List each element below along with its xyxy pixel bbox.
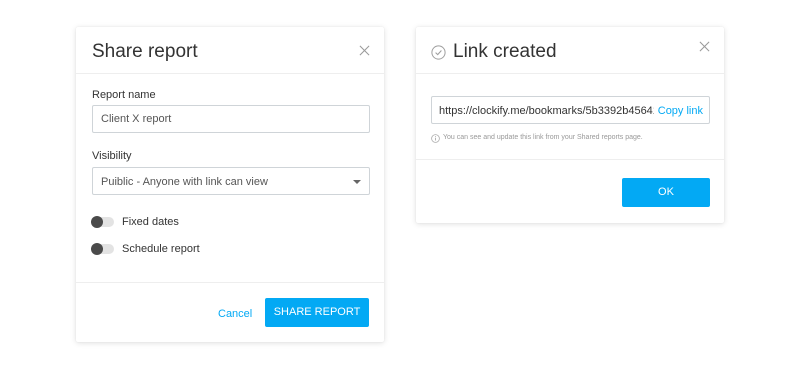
toggle-knob (91, 216, 103, 228)
cancel-button[interactable]: Cancel (218, 308, 252, 320)
copy-link-button[interactable]: Copy link (653, 105, 703, 117)
link-dialog-header: Link created (416, 27, 724, 74)
info-icon (431, 134, 440, 143)
ok-button[interactable]: OK (622, 178, 710, 207)
visibility-select[interactable]: Puiblic - Anyone with link can view (92, 167, 370, 195)
link-created-dialog: Link created https://clockify.me/bookmar… (416, 27, 724, 223)
check-circle-icon (431, 45, 446, 60)
report-name-input[interactable] (92, 105, 370, 133)
fixed-dates-label: Fixed dates (122, 216, 179, 228)
footer-divider (416, 159, 724, 160)
fixed-dates-toggle[interactable] (91, 216, 114, 228)
chevron-down-icon (353, 180, 361, 184)
share-dialog-header: Share report (76, 27, 384, 74)
share-report-dialog: Share report Report name Visibility Puib… (76, 27, 384, 342)
close-icon[interactable] (358, 44, 372, 58)
report-name-label: Report name (92, 89, 156, 101)
footer-divider (76, 282, 384, 283)
toggle-knob (91, 243, 103, 255)
schedule-report-toggle[interactable] (91, 243, 114, 255)
link-field[interactable]: https://clockify.me/bookmarks/5b3392b456… (431, 96, 710, 124)
share-report-button[interactable]: SHARE REPORT (265, 298, 369, 327)
close-icon[interactable] (698, 40, 712, 54)
visibility-label: Visibility (92, 150, 132, 162)
info-text: You can see and update this link from yo… (443, 134, 643, 141)
visibility-selected-value: Puiblic - Anyone with link can view (101, 176, 268, 188)
link-dialog-title: Link created (453, 41, 557, 62)
share-dialog-title: Share report (92, 41, 198, 62)
link-url[interactable]: https://clockify.me/bookmarks/5b3392b456… (439, 105, 659, 117)
schedule-report-label: Schedule report (122, 243, 200, 255)
